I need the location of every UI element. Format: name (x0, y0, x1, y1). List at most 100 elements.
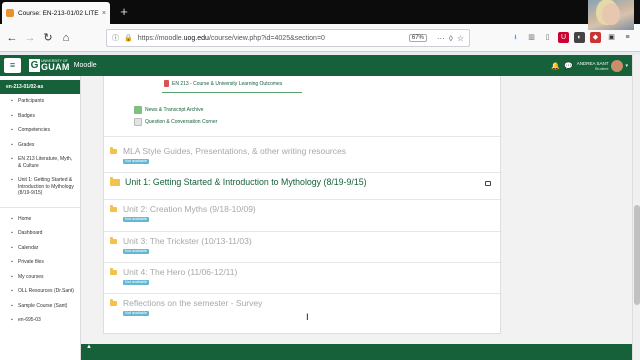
new-tab-button[interactable]: + (116, 4, 132, 20)
users-icon: ▪ (11, 98, 13, 104)
text-cursor-icon: I (306, 313, 309, 323)
drawer-item[interactable]: ▪ Dashboard (0, 226, 80, 241)
activity-outcomes[interactable]: EN 213 - Course & University Learning Ou… (164, 80, 282, 87)
drawer-item-label: Badges (18, 112, 35, 119)
library-icon[interactable]: ▥ (526, 32, 537, 43)
browser-tab-bar: Course: EN-213-01/02 LITERATU × + (0, 0, 640, 24)
page-actions-icon[interactable]: ··· (437, 34, 445, 43)
badge-icon: ▪ (11, 112, 13, 119)
drawer-item[interactable]: ▪ Grades (0, 138, 80, 153)
folder-icon: ▪ (11, 177, 13, 183)
drawer-item[interactable]: ▪ OLL Resources (Dr.Sant) (0, 284, 80, 299)
section-divider (104, 231, 502, 232)
course-section[interactable]: MLA Style Guides, Presentations, & other… (110, 146, 346, 164)
lock-icon[interactable]: 🔒 (124, 34, 133, 42)
course-section[interactable]: Unit 2: Creation Myths (9/18-10/09) Not a… (110, 204, 256, 222)
drawer-item[interactable]: ▪ Private files (0, 255, 80, 270)
section-title[interactable]: Unit 4: The Hero (11/06-12/11) (123, 267, 237, 277)
moodle-header: ≡ G UNIVERSITY OF GUAM Moodle 🔔 💬 ANDREA… (0, 55, 632, 76)
scrollbar-thumb[interactable] (634, 205, 640, 305)
activity-news[interactable]: News & Transcript Archive (134, 106, 203, 114)
drawer-item-label: Home (18, 215, 32, 222)
main-content: EN 213 - Course & University Learning Ou… (81, 76, 632, 344)
extension-dark-icon[interactable]: ◐ (574, 32, 585, 43)
drawer-item[interactable]: ▪ EN 213 Literature, Myth, & Culture (0, 152, 80, 173)
folder-icon (110, 147, 117, 154)
activity-outcomes-label: EN 213 - Course & University Learning Ou… (172, 80, 283, 87)
section-divider (104, 199, 502, 200)
highlight-icon[interactable] (485, 181, 491, 186)
zoom-level[interactable]: 67% (408, 34, 427, 42)
bookmark-star-icon[interactable]: ☆ (457, 34, 464, 43)
course-section[interactable]: Unit 1: Getting Started & Introduction t… (110, 177, 367, 187)
notifications-icon[interactable]: 🔔 (551, 62, 560, 70)
messages-icon[interactable]: 💬 (564, 62, 573, 70)
status-badge: Not available (123, 217, 149, 222)
drawer-item-label: Dashboard (18, 230, 43, 236)
drawer-item[interactable]: ▪ en-695-03 (0, 313, 80, 328)
sidebar-icon[interactable]: ▯ (542, 32, 553, 43)
drawer-item[interactable]: ▪ Participants (0, 94, 80, 109)
drawer-item[interactable]: ▪ Competencies (0, 123, 80, 138)
home-icon[interactable]: ⌂ (58, 30, 74, 46)
section-title[interactable]: Reflections on the semester - Survey (123, 298, 262, 308)
status-badge: Not available (123, 159, 149, 164)
site-logo[interactable]: G UNIVERSITY OF GUAM Moodle (29, 59, 97, 72)
drawer-item[interactable]: ▪ Sample Course (Sant) (0, 299, 80, 314)
section-title[interactable]: Unit 1: Getting Started & Introduction t… (125, 177, 367, 187)
moodle-favicon-icon (6, 9, 14, 17)
menu-icon[interactable]: ≡ (622, 32, 633, 43)
nav-drawer: en-213-01/02-as ▪ Participants ▪ Badges ▪ Com… (0, 76, 81, 360)
user-menu-text[interactable]: ANDREA SANT Student (577, 61, 609, 71)
drawer-item[interactable]: ▪ Home (0, 212, 80, 227)
info-icon[interactable]: ⓘ (112, 33, 119, 43)
page-scrollbar[interactable] (632, 55, 640, 360)
course-icon: ▪ (11, 288, 13, 294)
forum-icon (134, 106, 142, 114)
browser-tab[interactable]: Course: EN-213-01/02 LITERATU × (2, 2, 110, 24)
extension-red-icon[interactable]: U (558, 32, 569, 43)
folder-icon (110, 237, 117, 244)
back-to-top-icon[interactable]: ▲ (86, 344, 92, 350)
webcam-overlay (588, 0, 634, 30)
drawer-item[interactable]: ▪ Unit 1: Getting Started & Introduction … (0, 173, 80, 201)
tab-title: Course: EN-213-01/02 LITERATU (18, 9, 99, 17)
drawer-item-label: Sample Course (Sant) (18, 302, 68, 309)
section-divider (104, 172, 502, 173)
drawer-item[interactable]: ▪ Calendar (0, 241, 80, 256)
reload-icon[interactable]: ↻ (40, 30, 56, 46)
chevron-down-icon[interactable]: ▾ (625, 63, 628, 69)
pocket-icon[interactable]: ◊ (449, 34, 453, 43)
section-title[interactable]: Unit 2: Creation Myths (9/18-10/09) (123, 204, 256, 214)
forward-icon[interactable]: → (22, 30, 38, 46)
drawer-course-link[interactable]: en-213-01/02-as (0, 80, 80, 94)
avatar[interactable] (611, 59, 624, 72)
close-tab-icon[interactable]: × (102, 10, 106, 17)
section-title[interactable]: Unit 3: The Trickster (10/13-11/03) (123, 236, 252, 246)
courses-icon: ▪ (11, 273, 13, 280)
url-bar[interactable]: ⓘ 🔒 https://moodle.uog.edu/course/view.p… (106, 29, 470, 47)
logo-icon: G (29, 59, 40, 72)
activity-news-label: News & Transcript Archive (145, 107, 204, 113)
drawer-item-label: EN 213 Literature, Myth, & Culture (18, 156, 73, 169)
drawer-item-label: My courses (18, 273, 44, 280)
activity-forum[interactable]: Question & Conversation Corner (134, 118, 217, 126)
course-section[interactable]: Reflections on the semester - Survey Not … (110, 298, 262, 316)
course-content-card: EN 213 - Course & University Learning Ou… (103, 76, 502, 334)
drawer-item[interactable]: ▪ My courses (0, 270, 80, 285)
drawer-toggle-button[interactable]: ≡ (4, 58, 21, 73)
section-title[interactable]: MLA Style Guides, Presentations, & other… (123, 146, 346, 156)
url-text[interactable]: https://moodle.uog.edu/course/view.php?i… (138, 35, 409, 42)
extension-box-icon[interactable]: ▣ (606, 32, 617, 43)
drawer-item-label: en-695-03 (18, 317, 41, 323)
section-divider (104, 262, 502, 263)
course-section[interactable]: Unit 4: The Hero (11/06-12/11) Not availa… (110, 267, 237, 285)
course-section[interactable]: Unit 3: The Trickster (10/13-11/03) Not a… (110, 236, 252, 254)
drawer-item-label: Participants (18, 98, 45, 104)
drawer-item[interactable]: ▪ Badges (0, 109, 80, 124)
course-icon: ▪ (11, 302, 13, 309)
extension-shield-icon[interactable]: ◆ (590, 32, 601, 43)
back-icon[interactable]: ← (4, 30, 20, 46)
drawer-item-label: Calendar (18, 244, 39, 251)
download-icon[interactable]: ⭳ (510, 32, 521, 43)
